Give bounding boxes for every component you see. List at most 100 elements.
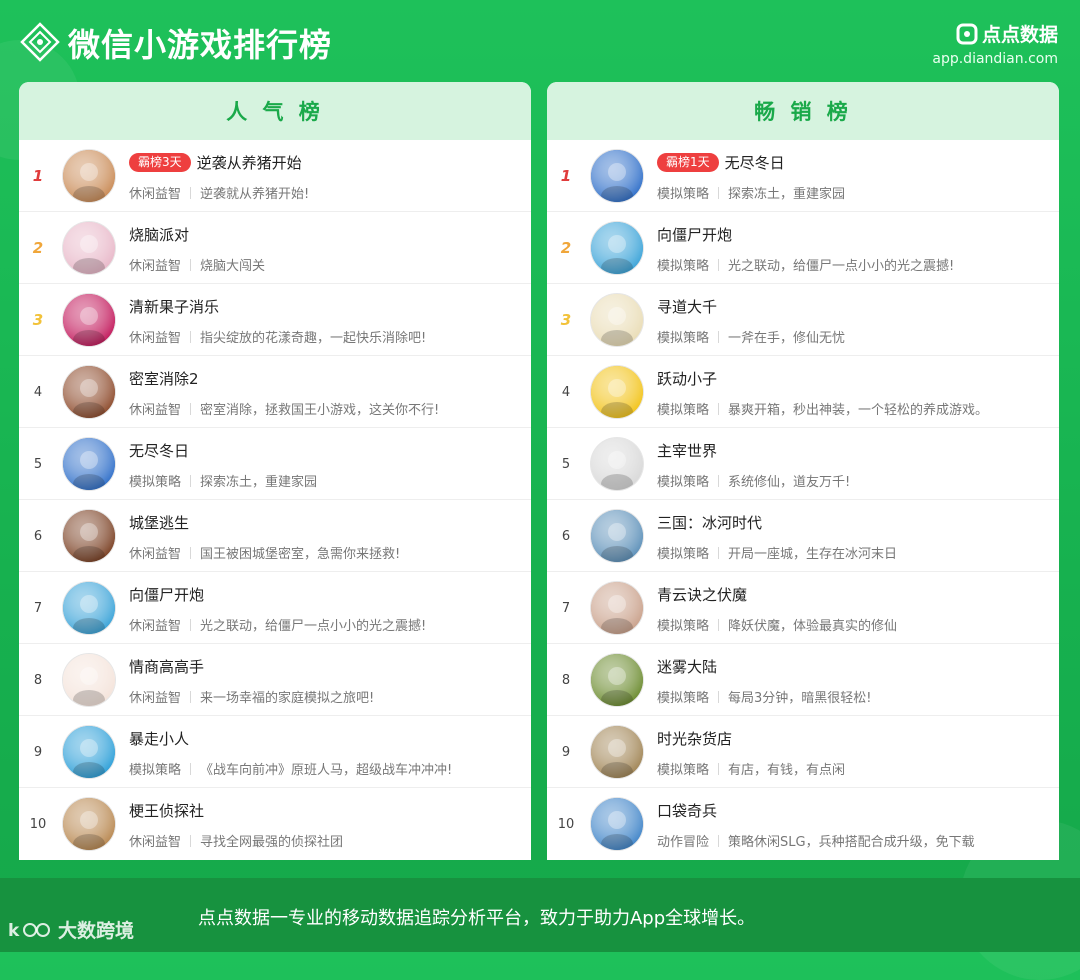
brand-url[interactable]: app.diandian.com	[932, 51, 1058, 67]
svg-text:k: k	[8, 921, 20, 941]
escape-room-game-icon[interactable]	[63, 366, 115, 418]
rule-world-game-icon[interactable]	[591, 438, 643, 490]
game-name[interactable]: 向僵尸开炮	[657, 224, 732, 245]
game-title-line: 霸榜1天 无尽冬日	[657, 152, 785, 173]
bestseller-ranking-list: 1 霸榜1天 无尽冬日 模拟策略 探索冻土，重建家园 2 向僵尸开炮 模拟策略 光之联动，给僵尸…	[547, 140, 1059, 860]
ranking-row[interactable]: 1 霸榜3天 逆袭从养猪开始 休闲益智 逆袭就从养猪开始!	[19, 140, 531, 212]
game-title-line: 暴走小人	[129, 728, 189, 749]
meta-divider	[190, 258, 192, 271]
game-name[interactable]: 寻道大千	[657, 296, 717, 317]
rampage-runner-game-icon[interactable]	[63, 726, 115, 778]
game-name[interactable]: 跃动小子	[657, 368, 717, 389]
brand-name: 点点数据	[981, 24, 1058, 46]
game-description: 有店，有钱，有点闲	[728, 763, 846, 778]
ranking-row[interactable]: 3 清新果子消乐 休闲益智 指尖绽放的花漾奇趣，一起快乐消除吧!	[19, 284, 531, 356]
ranking-row[interactable]: 10 梗王侦探社 休闲益智 寻找全网最强的侦探社团	[19, 788, 531, 860]
meme-detective-game-icon[interactable]	[63, 798, 115, 850]
rank-number: 8	[33, 672, 43, 688]
rank-number: 5	[33, 456, 43, 472]
ranking-row[interactable]: 5 主宰世界 模拟策略 系统修仙，道友万千!	[547, 428, 1059, 500]
castle-escape-game-icon[interactable]	[63, 510, 115, 562]
game-name[interactable]: 向僵尸开炮	[129, 584, 204, 605]
game-name[interactable]: 三国：冰河时代	[657, 512, 762, 533]
game-description: 策略休闲SLG，兵种搭配合成升级，免下载	[728, 835, 975, 850]
endless-winter-game-icon[interactable]	[591, 150, 643, 202]
ranking-row[interactable]: 3 寻道大千 模拟策略 一斧在手，修仙无忧	[547, 284, 1059, 356]
qingyun-game-icon[interactable]	[591, 582, 643, 634]
game-name[interactable]: 青云诀之伏魔	[657, 584, 747, 605]
game-meta-line: 动作冒险 策略休闲SLG，兵种搭配合成升级，免下载	[657, 831, 975, 850]
brand-block: 点点数据 app.diandian.com	[932, 20, 1058, 67]
three-kingdoms-ice-game-icon[interactable]	[591, 510, 643, 562]
game-meta-line: 模拟策略 降妖伏魔，体验最真实的修仙	[657, 615, 897, 634]
game-title-line: 霸榜3天 逆袭从养猪开始	[129, 152, 302, 173]
ranking-row[interactable]: 9 暴走小人 模拟策略 《战车向前冲》原班人马，超级战车冲冲冲!	[19, 716, 531, 788]
meta-divider	[718, 474, 720, 487]
ranking-row[interactable]: 9 时光杂货店 模拟策略 有店，有钱，有点闲	[547, 716, 1059, 788]
game-name[interactable]: 城堡逃生	[129, 512, 189, 533]
game-category: 模拟策略	[657, 475, 710, 490]
leaping-kid-game-icon[interactable]	[591, 366, 643, 418]
game-name[interactable]: 无尽冬日	[725, 152, 785, 173]
ranking-row[interactable]: 2 烧脑派对休闲益智 烧脑大闯关	[19, 212, 531, 284]
ranking-row[interactable]: 1 霸榜1天 无尽冬日 模拟策略 探索冻土，重建家园	[547, 140, 1059, 212]
ranking-row[interactable]: 5 无尽冬日 模拟策略 探索冻土，重建家园	[19, 428, 531, 500]
ranking-row[interactable]: 8 情商高高手 休闲益智 来一场幸福的家庭模拟之旅吧!	[19, 644, 531, 716]
endless-winter-game-icon[interactable]	[63, 438, 115, 490]
game-name[interactable]: 烧脑派对	[129, 224, 189, 245]
game-description: 来一场幸福的家庭模拟之旅吧!	[200, 691, 375, 706]
game-meta-line: 休闲益智 烧脑大闯关	[129, 255, 265, 274]
game-category: 休闲益智	[129, 259, 182, 274]
rank-number: 10	[29, 816, 47, 832]
popular-ranking-list: 1 霸榜3天 逆袭从养猪开始 休闲益智 逆袭就从养猪开始! 2 烧脑派对休闲益智 烧脑大闯关 3…	[19, 140, 531, 860]
game-description: 探索冻土，重建家园	[200, 475, 318, 490]
game-name[interactable]: 密室消除2	[129, 368, 199, 389]
ranking-row[interactable]: 7 向僵尸开炮 休闲益智 光之联动，给僵尸一点小小的光之震撼!	[19, 572, 531, 644]
game-name[interactable]: 主宰世界	[657, 440, 717, 461]
meta-divider	[718, 258, 720, 271]
game-name[interactable]: 时光杂货店	[657, 728, 732, 749]
game-description: 系统修仙，道友万千!	[728, 475, 851, 490]
diandian-logo-icon	[956, 23, 978, 44]
eq-master-game-icon[interactable]	[63, 654, 115, 706]
ranking-row[interactable]: 2 向僵尸开炮 模拟策略 光之联动，给僵尸一点小小的光之震撼!	[547, 212, 1059, 284]
game-category: 休闲益智	[129, 619, 182, 634]
fruit-match-game-icon[interactable]	[63, 294, 115, 346]
game-meta-line: 休闲益智 国王被困城堡密室，急需你来拯救!	[129, 543, 400, 562]
meta-divider	[718, 690, 720, 703]
game-name[interactable]: 无尽冬日	[129, 440, 189, 461]
game-name[interactable]: 口袋奇兵	[657, 800, 717, 821]
game-category: 休闲益智	[129, 835, 182, 850]
brain-party-game-icon[interactable]	[63, 222, 115, 274]
ranking-row[interactable]: 6 三国：冰河时代 模拟策略 开局一座城，生存在冰河末日	[547, 500, 1059, 572]
rank-number: 2	[32, 239, 44, 257]
zombie-cannon-game-icon[interactable]	[591, 222, 643, 274]
game-title-line: 主宰世界	[657, 440, 717, 461]
pocket-soldier-game-icon[interactable]	[591, 798, 643, 850]
game-name[interactable]: 逆袭从养猪开始	[197, 152, 302, 173]
pig-farm-game-icon[interactable]	[63, 150, 115, 202]
game-name[interactable]: 迷雾大陆	[657, 656, 717, 677]
ranking-row[interactable]: 4 密室消除2 休闲益智 密室消除，拯救国王小游戏，这关你不行!	[19, 356, 531, 428]
game-description: 逆袭就从养猪开始!	[200, 187, 310, 202]
game-title-line: 情商高高手	[129, 656, 204, 677]
game-name[interactable]: 暴走小人	[129, 728, 189, 749]
ranking-row[interactable]: 7 青云诀之伏魔 模拟策略 降妖伏魔，体验最真实的修仙	[547, 572, 1059, 644]
game-name[interactable]: 梗王侦探社	[129, 800, 204, 821]
dao-journey-game-icon[interactable]	[591, 294, 643, 346]
meta-divider	[190, 474, 192, 487]
game-name[interactable]: 清新果子消乐	[129, 296, 219, 317]
ranking-row[interactable]: 10 口袋奇兵 动作冒险 策略休闲SLG，兵种搭配合成升级，免下载	[547, 788, 1059, 860]
misty-continent-game-icon[interactable]	[591, 654, 643, 706]
zombie-cannon-game-icon[interactable]	[63, 582, 115, 634]
ranking-row[interactable]: 6 城堡逃生 休闲益智 国王被困城堡密室，急需你来拯救!	[19, 500, 531, 572]
ranking-row[interactable]: 8 迷雾大陆 模拟策略 每局3分钟，暗黑很轻松!	[547, 644, 1059, 716]
ranking-row[interactable]: 4 跃动小子 模拟策略 暴爽开箱，秒出神装，一个轻松的养成游戏。	[547, 356, 1059, 428]
time-store-game-icon[interactable]	[591, 726, 643, 778]
game-description: 光之联动，给僵尸一点小小的光之震撼!	[200, 619, 427, 634]
rank-number: 1	[560, 167, 572, 185]
game-title-line: 向僵尸开炮	[129, 584, 204, 605]
game-meta-line: 休闲益智 密室消除，拯救国王小游戏，这关你不行!	[129, 399, 439, 418]
meta-divider	[190, 618, 192, 631]
game-name[interactable]: 情商高高手	[129, 656, 204, 677]
